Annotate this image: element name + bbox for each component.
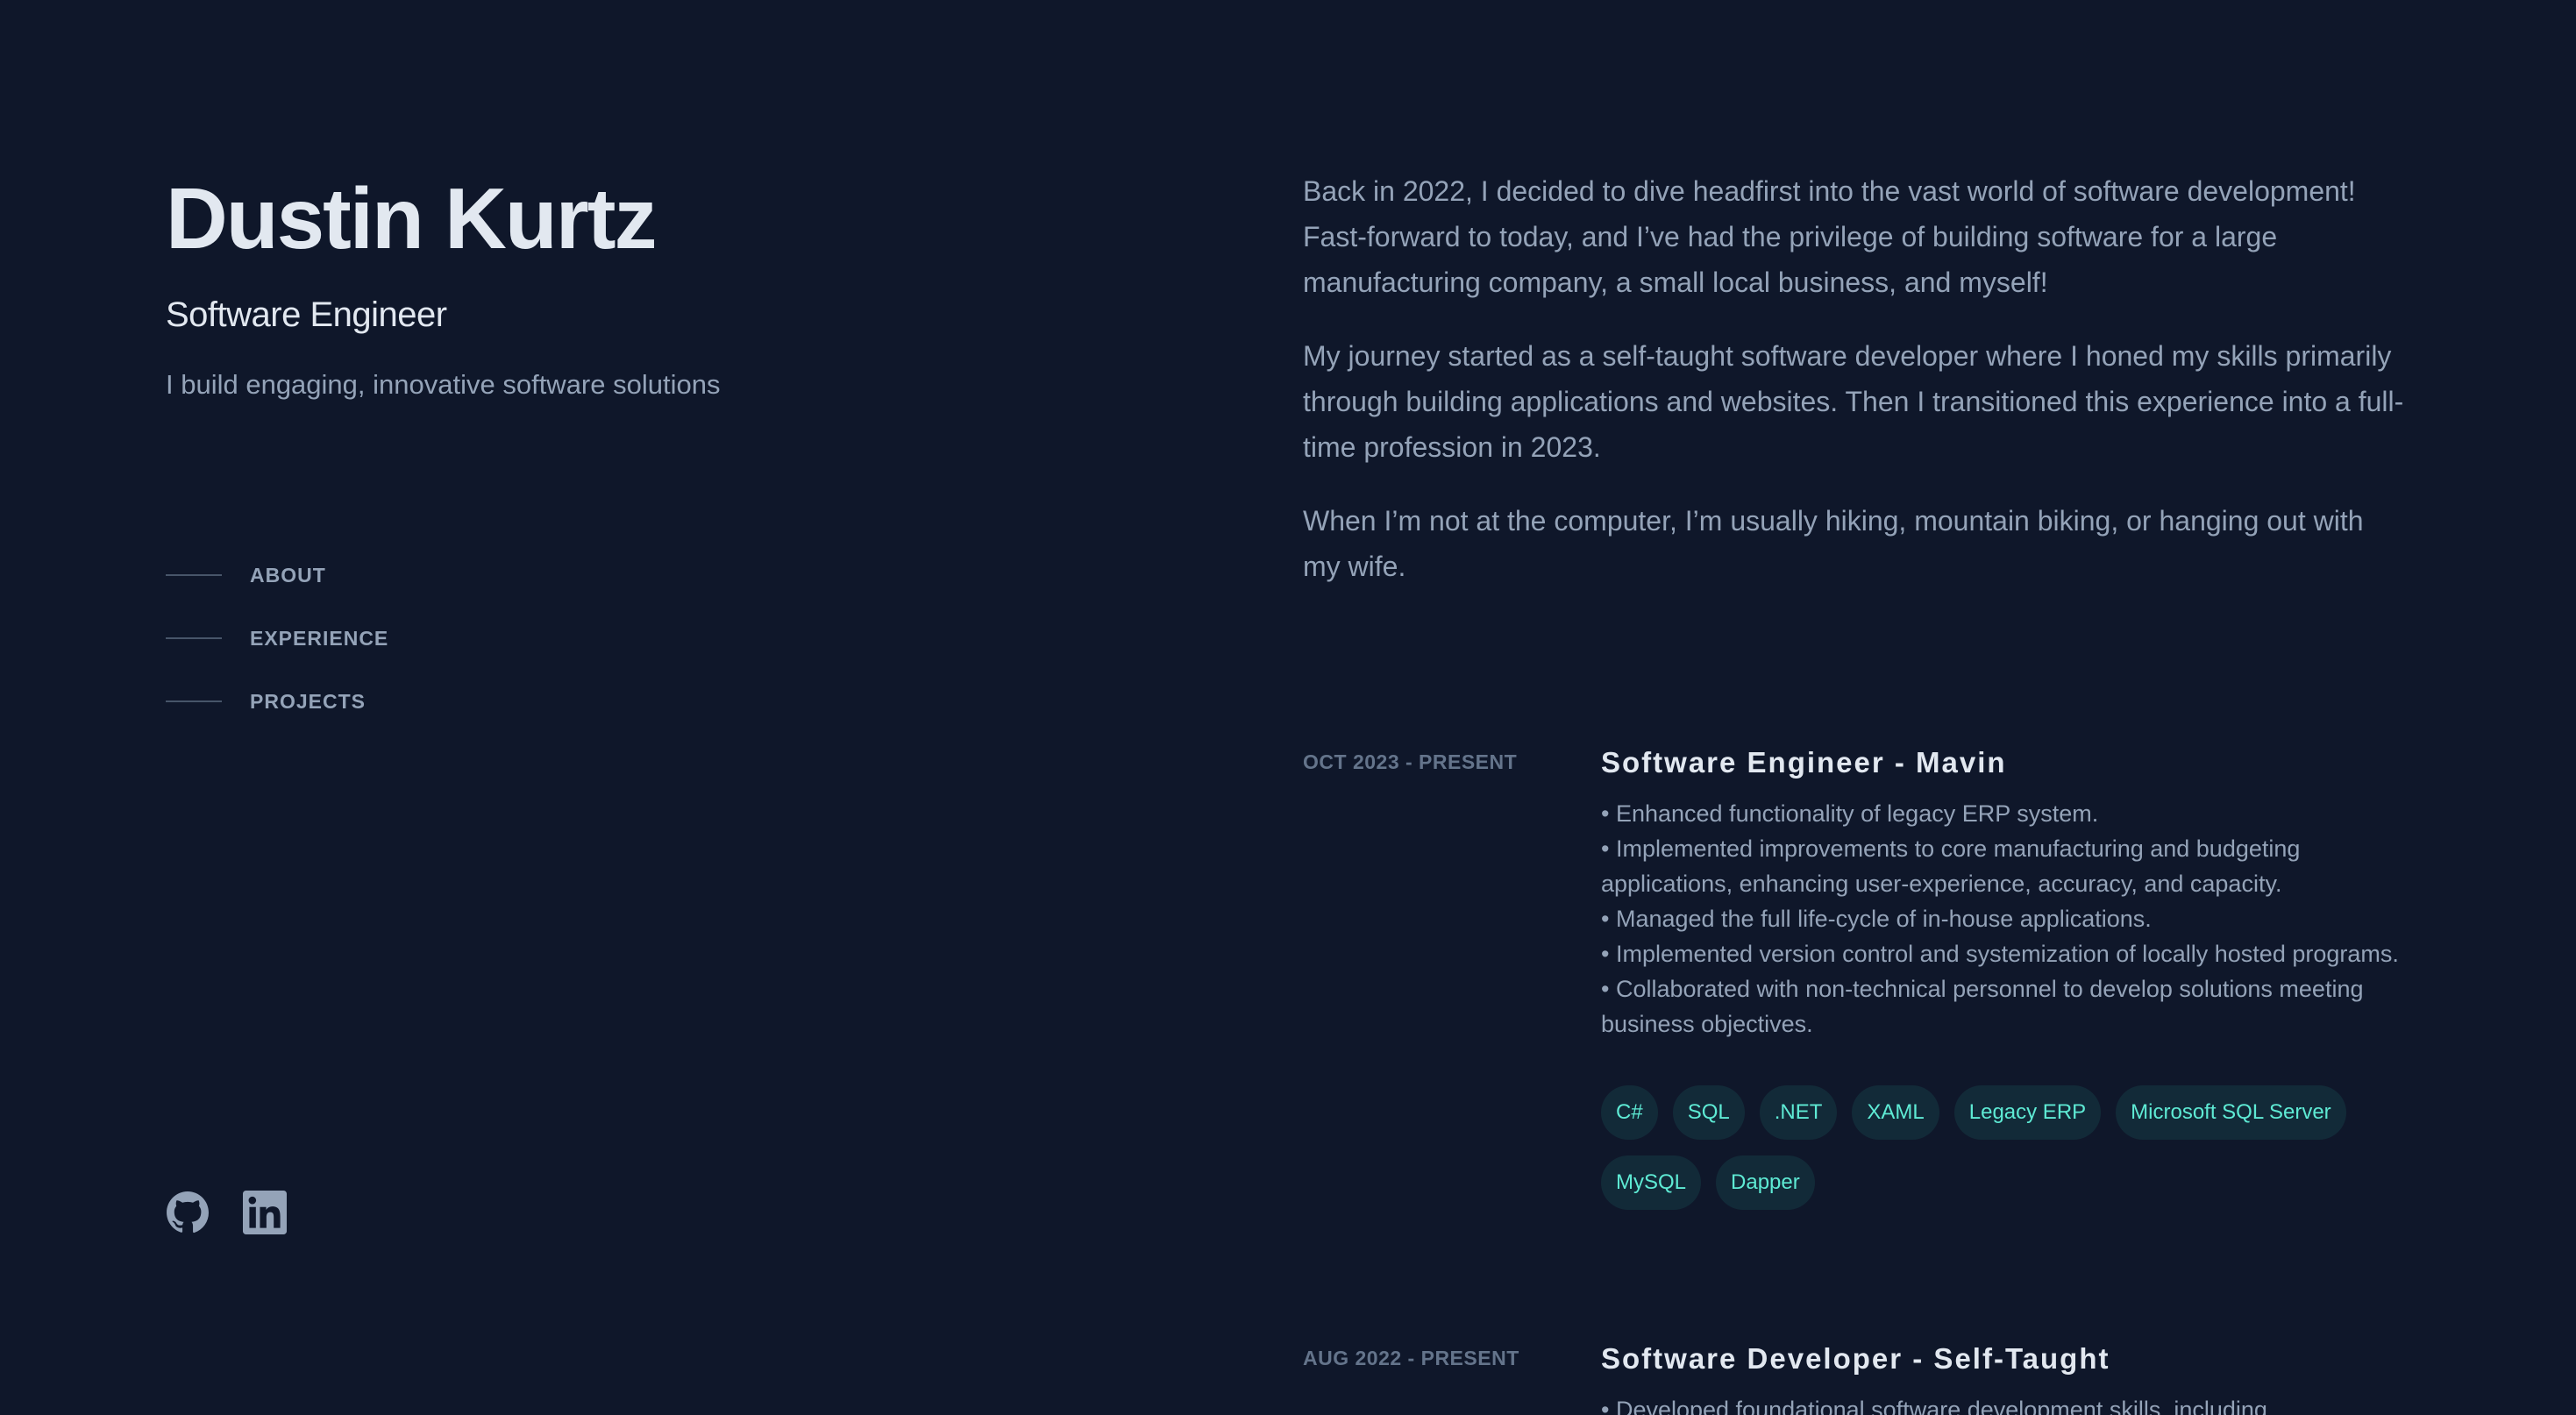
experience-body: Software Engineer - Mavin • Enhanced fun…	[1601, 745, 2408, 1210]
experience-date: Aug 2022 - PRESENT	[1303, 1347, 1519, 1369]
tech-tag: Legacy ERP	[1953, 1085, 2102, 1140]
nav-item-experience[interactable]: EXPERIENCE	[166, 607, 388, 670]
nav-indicator-line	[166, 700, 222, 702]
experience-date: Oct 2023 - PRESENT	[1303, 750, 1518, 773]
page-title[interactable]: Dustin Kurtz	[166, 175, 657, 261]
header: Dustin Kurtz Software Engineer I build e…	[166, 0, 1130, 1415]
about-section: Back in 2022, I decided to dive headfirs…	[1303, 168, 2408, 617]
nav-indicator-line	[166, 574, 222, 576]
experience-description: • Enhanced functionality of legacy ERP s…	[1601, 800, 2399, 1037]
tech-tag: C#	[1601, 1085, 1658, 1140]
section-nav: ABOUT EXPERIENCE PROJECTS	[166, 544, 388, 733]
job-title: Software Engineer	[166, 295, 447, 334]
tech-tags: C# SQL .NET XAML Legacy ERP Microsoft SQ…	[1601, 1085, 2408, 1210]
nav-item-label: EXPERIENCE	[250, 626, 389, 650]
tech-tag: SQL	[1672, 1085, 1745, 1140]
tech-tag: .NET	[1759, 1085, 1838, 1140]
nav-indicator-line	[166, 637, 222, 639]
nav-item-projects[interactable]: PROJECTS	[166, 670, 388, 733]
tech-tag: Dapper	[1716, 1155, 1815, 1210]
about-paragraph: When I’m not at the computer, I’m usuall…	[1303, 505, 2364, 582]
github-icon	[167, 1191, 209, 1234]
nav-item-label: PROJECTS	[250, 689, 366, 713]
portfolio-page: Dustin Kurtz Software Engineer I build e…	[0, 0, 2576, 1415]
github-link[interactable]	[166, 1191, 210, 1234]
nav-item-about[interactable]: ABOUT	[166, 544, 388, 607]
experience-description: • Developed foundational software develo…	[1601, 1397, 2267, 1415]
tagline: I build engaging, innovative software so…	[166, 369, 721, 400]
about-paragraph: Back in 2022, I decided to dive headfirs…	[1303, 175, 2356, 298]
tech-tag: XAML	[1852, 1085, 1939, 1140]
linkedin-link[interactable]	[243, 1191, 287, 1234]
nav-item-label: ABOUT	[250, 563, 326, 587]
linkedin-icon	[243, 1191, 287, 1234]
tech-tag: MySQL	[1601, 1155, 1702, 1210]
about-paragraph: My journey started as a self-taught soft…	[1303, 340, 2404, 463]
tech-tag: Microsoft SQL Server	[2116, 1085, 2346, 1140]
social-links	[166, 1191, 287, 1234]
experience-title[interactable]: Software Engineer - Mavin	[1601, 745, 2408, 780]
experience-title[interactable]: Software Developer - Self-Taught	[1601, 1341, 2408, 1376]
experience-body: Software Developer - Self-Taught • Devel…	[1601, 1341, 2408, 1415]
